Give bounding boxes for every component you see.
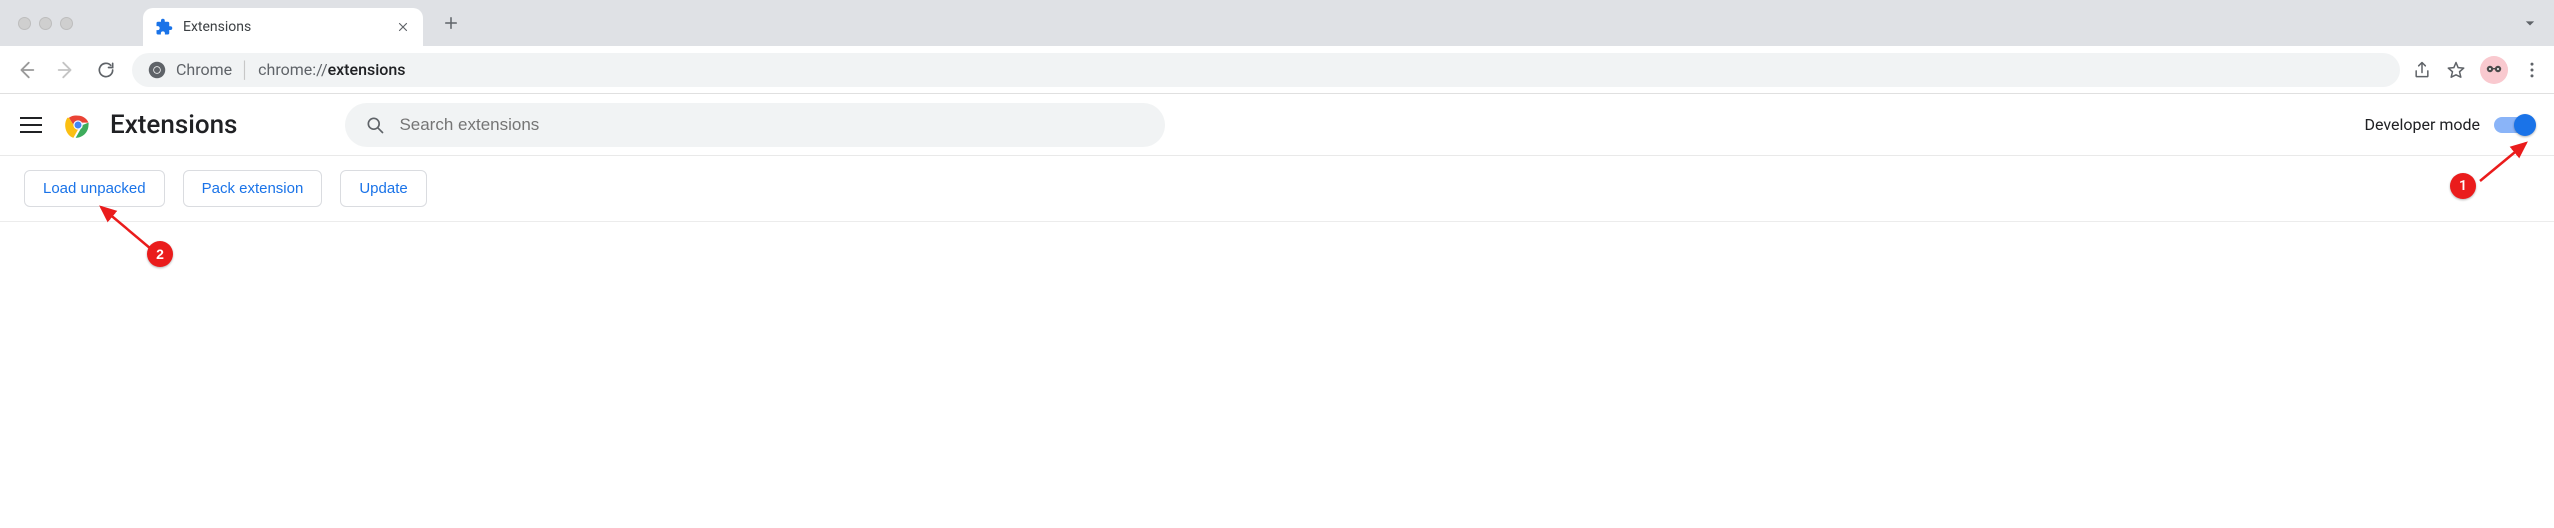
browser-toolbar: Chrome │ chrome://extensions [0, 46, 2554, 94]
load-unpacked-label: Load unpacked [43, 180, 146, 197]
chrome-logo-icon [64, 111, 92, 139]
window-controls [18, 17, 73, 30]
url-scheme: chrome:// [258, 60, 327, 79]
forward-button[interactable] [52, 56, 80, 84]
url-path: extensions [328, 60, 406, 79]
pack-extension-label: Pack extension [202, 180, 304, 197]
pack-extension-button[interactable]: Pack extension [183, 170, 323, 207]
kebab-menu-icon[interactable] [2522, 60, 2542, 80]
url-separator: │ [240, 60, 250, 80]
developer-mode-label: Developer mode [2364, 115, 2480, 134]
share-icon[interactable] [2412, 60, 2432, 80]
url-text: Chrome │ chrome://extensions [176, 60, 406, 80]
update-button[interactable]: Update [340, 170, 426, 207]
browser-chrome: Extensions Chrome │ c [0, 0, 2554, 94]
load-unpacked-button[interactable]: Load unpacked 2 [24, 170, 165, 207]
address-bar[interactable]: Chrome │ chrome://extensions [132, 53, 2400, 87]
bookmark-star-icon[interactable] [2446, 60, 2466, 80]
search-icon [365, 115, 385, 135]
extension-puzzle-icon [155, 18, 173, 36]
back-button[interactable] [12, 56, 40, 84]
toolbar-actions [2412, 56, 2542, 84]
url-label: Chrome [176, 60, 232, 79]
annotation-badge-2: 2 [147, 241, 173, 267]
browser-tab[interactable]: Extensions [143, 8, 423, 46]
page-title: Extensions [110, 110, 237, 140]
annotation-arrow-1 [2468, 137, 2538, 187]
developer-mode-toggle[interactable] [2494, 117, 2534, 133]
tab-title: Extensions [183, 19, 385, 35]
menu-icon[interactable] [20, 112, 46, 138]
extensions-header: Extensions Developer mode 1 [0, 94, 2554, 156]
search-box[interactable] [345, 103, 1165, 147]
developer-mode-group: Developer mode 1 [2364, 115, 2534, 134]
minimize-window-icon[interactable] [39, 17, 52, 30]
profile-avatar[interactable] [2480, 56, 2508, 84]
close-window-icon[interactable] [18, 17, 31, 30]
annotation-badge-1: 1 [2450, 173, 2476, 199]
developer-actions-row: Load unpacked 2 Pack extension Update [0, 156, 2554, 222]
chrome-page-icon [148, 61, 166, 79]
tab-strip: Extensions [0, 0, 2554, 46]
close-tab-icon[interactable] [395, 19, 411, 35]
maximize-window-icon[interactable] [60, 17, 73, 30]
new-tab-button[interactable] [435, 7, 467, 39]
tabs-dropdown-icon[interactable] [2520, 13, 2540, 33]
reload-button[interactable] [92, 56, 120, 84]
search-input[interactable] [399, 115, 1145, 135]
update-label: Update [359, 180, 407, 197]
